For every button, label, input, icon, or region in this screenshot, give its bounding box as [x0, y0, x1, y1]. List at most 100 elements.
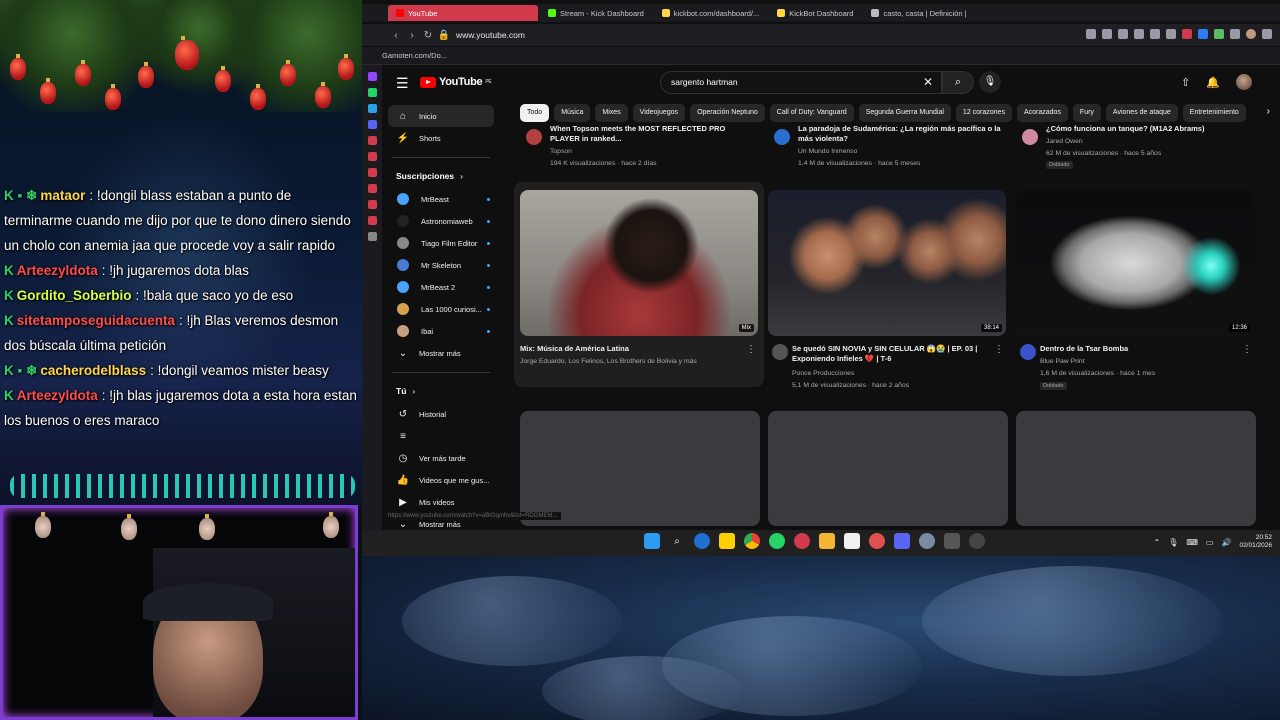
telegram-icon[interactable] [367, 104, 377, 113]
video-thumbnail[interactable]: Mix [520, 190, 758, 336]
chevron-up-icon[interactable]: ⌃ [1154, 538, 1161, 547]
channel-avatar[interactable] [772, 344, 788, 360]
chrome-icon[interactable] [744, 533, 760, 549]
play-icon[interactable] [1150, 29, 1160, 39]
subscription-item[interactable]: Tiago Film Editor [382, 232, 500, 254]
browser-tab[interactable]: kickbot.com/dashboard/... [654, 5, 767, 21]
video-thumbnail[interactable]: 12:36 [1016, 190, 1254, 336]
notes-icon[interactable] [719, 533, 735, 549]
channel-avatar[interactable] [1022, 129, 1038, 145]
browser-tab[interactable]: KickBot Dashboard [769, 5, 861, 21]
heart-icon[interactable] [1182, 29, 1192, 39]
subscription-item[interactable]: MrBeast 2 [382, 276, 500, 298]
forward-icon[interactable]: › [404, 30, 420, 41]
channel-avatar[interactable] [526, 129, 542, 145]
video-card-tsar-bomba[interactable]: 12:36 Dentro de la Tsar Bomba Blue Paw P… [1010, 182, 1260, 390]
obs-icon[interactable] [969, 533, 985, 549]
settings-icon[interactable] [367, 232, 377, 241]
camera-icon[interactable] [1134, 29, 1144, 39]
more-options-icon[interactable]: ⋮ [1242, 344, 1252, 355]
reload-icon[interactable]: ↻ [420, 30, 436, 41]
chat-username[interactable]: sitetamposeguidacuenta [17, 313, 175, 328]
chat-username[interactable]: cacherodelblass [40, 363, 146, 378]
subscription-item[interactable]: Las 1000 curiosi... [382, 298, 500, 320]
browser-tab[interactable]: casto, casta | Definición | [863, 5, 974, 21]
sidebar-icon[interactable] [367, 168, 377, 177]
whatsapp-icon[interactable] [367, 88, 377, 97]
filter-chip[interactable]: Videojuegos [632, 104, 686, 122]
extension-icon[interactable] [1214, 29, 1224, 39]
filter-chip[interactable]: Operación Neptuno [690, 104, 765, 122]
zoom-icon[interactable] [1086, 29, 1096, 39]
filter-chip[interactable]: Aviones de ataque [1105, 104, 1178, 122]
subscription-item[interactable]: Astronomiaweb [382, 210, 500, 232]
subscription-item[interactable]: MrBeast [382, 188, 500, 210]
volume-icon[interactable]: 🔊 [1221, 538, 1231, 547]
filter-chip[interactable]: Todo [520, 104, 550, 122]
you-heading[interactable]: Tú › [382, 379, 500, 403]
subscription-item[interactable]: Mr Skeleton [382, 254, 500, 276]
video-card-ponce[interactable]: 38:14 Se quedó SIN NOVIA y SIN CELULAR 😱… [762, 182, 1012, 389]
start-icon[interactable] [644, 533, 660, 549]
guide-item-liked[interactable]: 👍 Videos que me gus... [382, 469, 500, 491]
upload-icon[interactable]: ⇧ [1181, 76, 1190, 89]
sidebar-icon[interactable] [367, 136, 377, 145]
subscriptions-heading[interactable]: Suscripciones › [382, 164, 500, 188]
hamburger-menu-icon[interactable]: ☰ [396, 75, 409, 92]
guide-item-my-videos[interactable]: ▶ Mis videos [382, 491, 500, 513]
discord-icon[interactable] [894, 533, 910, 549]
channel-avatar[interactable] [1020, 344, 1036, 360]
url-field[interactable]: www.youtube.com [456, 30, 525, 40]
filter-chip[interactable]: Acorazados [1016, 104, 1068, 122]
guide-item-history[interactable]: ↺ Historial [382, 403, 500, 425]
network-icon[interactable]: ▭ [1206, 538, 1214, 547]
guide-item-home[interactable]: ⌂ Inicio [388, 105, 494, 127]
sidebar-icon[interactable] [367, 184, 377, 193]
microphone-icon[interactable]: 🎙 [1168, 538, 1178, 547]
chat-username[interactable]: Arteezyldota [17, 388, 98, 403]
browser-tab[interactable]: YouTube [388, 5, 538, 21]
youtube-logo[interactable]: YouTube PE [420, 76, 492, 88]
more-options-icon[interactable]: ⋮ [746, 344, 756, 355]
search-input[interactable] [671, 77, 911, 87]
account-avatar[interactable] [1236, 74, 1252, 90]
store-icon[interactable] [844, 533, 860, 549]
subscription-item[interactable]: Ibai [382, 320, 500, 342]
video-thumbnail[interactable]: 38:14 [768, 190, 1006, 336]
clear-search-icon[interactable]: ✕ [923, 75, 933, 89]
notifications-bell-icon[interactable]: 🔔 [1206, 76, 1220, 89]
guide-item-shorts[interactable]: ⚡ Shorts [382, 127, 500, 149]
edge-icon[interactable] [694, 533, 710, 549]
search-button[interactable]: ⌕ [942, 71, 974, 94]
pin-icon[interactable] [1102, 29, 1112, 39]
guide-item-show-more[interactable]: ⌄ Mostrar más [382, 342, 500, 364]
screenshot-icon[interactable] [1118, 29, 1128, 39]
video-item-top-2[interactable]: La paradoja de Sudamérica: ¿La región má… [768, 124, 1008, 174]
chat-username[interactable]: Arteezyldota [17, 263, 98, 278]
filter-chip[interactable]: Segunda Guerra Mundial [858, 104, 951, 122]
voice-search-button[interactable]: 🎙 [979, 71, 1001, 93]
app-icon[interactable] [919, 533, 935, 549]
back-icon[interactable]: ‹ [388, 30, 404, 41]
chat-username[interactable]: mataor [40, 188, 85, 203]
filter-chip[interactable]: Call of Duty: Vanguard [769, 104, 854, 122]
box-icon[interactable] [1166, 29, 1176, 39]
filter-chip[interactable]: Música [554, 104, 591, 122]
sidebar-icon[interactable] [367, 216, 377, 225]
opera-icon[interactable] [794, 533, 810, 549]
app-icon[interactable] [869, 533, 885, 549]
extension-icon[interactable] [1198, 29, 1208, 39]
video-item-top-1[interactable]: When Topson meets the MOST REFLECTED PRO… [520, 124, 760, 174]
filter-chip[interactable]: Fury [1072, 104, 1101, 122]
twitch-icon[interactable] [367, 72, 377, 81]
more-options-icon[interactable]: ⋮ [994, 344, 1004, 355]
discord-icon[interactable] [367, 120, 377, 129]
channel-avatar[interactable] [774, 129, 790, 145]
chevron-right-icon[interactable]: › [1267, 106, 1270, 117]
profile-icon[interactable] [1246, 29, 1256, 39]
folder-icon[interactable] [819, 533, 835, 549]
bookmark-item[interactable]: Gamoten.com/Do... [382, 51, 447, 60]
guide-item-watch-later[interactable]: ◷ Ver más tarde [382, 447, 500, 469]
sidebar-icon[interactable] [367, 152, 377, 161]
video-item-top-3[interactable]: ¿Cómo funciona un tanque? (M1A2 Abrams) … [1016, 124, 1256, 174]
